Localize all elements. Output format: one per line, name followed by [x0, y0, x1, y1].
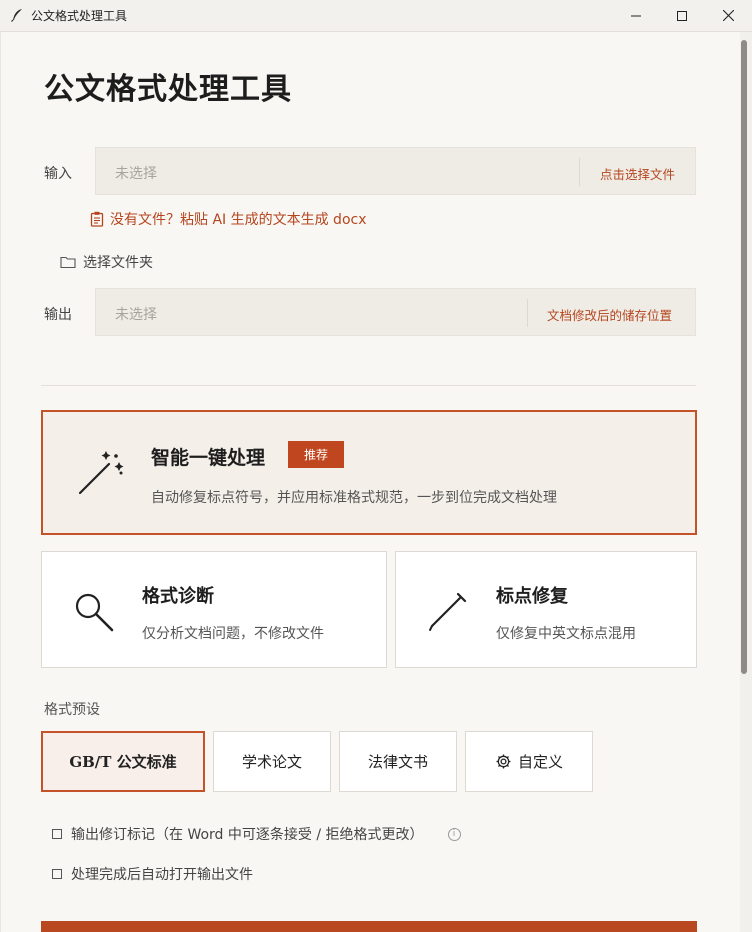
quill-feather-icon	[11, 9, 22, 22]
format-preset-label: 格式预设	[44, 702, 100, 718]
format-diagnosis-card[interactable]: 格式诊断 仅分析文档问题，不修改文件	[41, 551, 387, 668]
preset-custom[interactable]: 自定义	[465, 731, 593, 792]
maximize-icon	[677, 10, 687, 21]
folder-icon	[60, 256, 76, 269]
scrollbar-thumb[interactable]	[741, 40, 747, 674]
title-bar: 公文格式处理工具	[0, 0, 752, 32]
track-changes-option[interactable]: 输出修订标记（在 Word 中可逐条接受 / 拒绝格式更改） i	[52, 824, 461, 844]
preset-academic-paper-label: 学术论文	[241, 753, 302, 771]
choose-output-location-button[interactable]: 文档修改后的储存位置	[547, 305, 672, 324]
choose-file-button[interactable]: 点击选择文件	[600, 164, 675, 183]
output-label: 输出	[44, 307, 72, 323]
section-divider	[41, 385, 696, 386]
auto-open-label: 处理完成后自动打开输出文件	[71, 867, 253, 883]
maximize-button[interactable]	[659, 0, 705, 31]
start-process-button[interactable]	[41, 921, 697, 932]
magnifier-icon	[75, 593, 114, 632]
minimize-button[interactable]	[613, 0, 659, 31]
preset-gbt-standard[interactable]: GB/T 公文标准	[41, 731, 205, 792]
preset-legal-document-label: 法律文书	[367, 753, 428, 771]
paste-ai-text-link[interactable]: 没有文件？粘贴 AI 生成的文本生成 docx	[90, 209, 367, 229]
preset-custom-label: 自定义	[517, 753, 563, 771]
preset-academic-paper[interactable]: 学术论文	[213, 731, 331, 792]
input-label: 输入	[44, 166, 72, 182]
close-button[interactable]	[705, 0, 751, 31]
punctuation-fix-card[interactable]: 标点修复 仅修复中英文标点混用	[395, 551, 697, 668]
output-field-divider	[527, 299, 528, 327]
paste-ai-text-label: 没有文件？粘贴 AI 生成的文本生成 docx	[110, 212, 367, 228]
magic-wand-icon	[78, 451, 124, 495]
close-icon	[722, 10, 734, 21]
select-folder-button[interactable]: 选择文件夹	[60, 252, 153, 272]
minimize-icon	[631, 15, 641, 16]
smart-process-card[interactable]: 智能一键处理 推荐 自动修复标点符号，并应用标准格式规范，一步到位完成文档处理	[41, 410, 697, 535]
select-folder-label: 选择文件夹	[83, 255, 153, 271]
auto-open-checkbox[interactable]	[52, 869, 62, 879]
format-diagnosis-title: 格式诊断	[142, 586, 214, 607]
smart-process-description: 自动修复标点符号，并应用标准格式规范，一步到位完成文档处理	[151, 490, 557, 506]
input-field-divider	[579, 158, 580, 186]
input-placeholder: 未选择	[115, 166, 157, 182]
format-diagnosis-description: 仅分析文档问题，不修改文件	[142, 626, 324, 642]
preset-legal-document[interactable]: 法律文书	[339, 731, 457, 792]
track-changes-label: 输出修订标记（在 Word 中可逐条接受 / 拒绝格式更改）	[71, 827, 424, 843]
clipboard-document-icon	[90, 211, 104, 227]
smart-process-title: 智能一键处理	[151, 447, 266, 469]
output-placeholder: 未选择	[115, 307, 157, 323]
recommended-badge: 推荐	[288, 441, 344, 468]
window-title: 公文格式处理工具	[31, 9, 128, 23]
punctuation-fix-description: 仅修复中英文标点混用	[496, 626, 636, 642]
gear-icon	[495, 753, 512, 770]
page-title: 公文格式处理工具	[44, 72, 292, 107]
output-path-field[interactable]: 未选择 文档修改后的储存位置	[95, 288, 696, 336]
track-changes-checkbox[interactable]	[52, 829, 62, 839]
pen-icon	[429, 592, 467, 631]
auto-open-option[interactable]: 处理完成后自动打开输出文件	[52, 864, 253, 884]
punctuation-fix-title: 标点修复	[496, 586, 568, 607]
preset-gbt-standard-label: GB/T 公文标准	[69, 753, 177, 771]
input-file-field[interactable]: 未选择 点击选择文件	[95, 147, 696, 195]
info-icon[interactable]: i	[447, 827, 461, 841]
